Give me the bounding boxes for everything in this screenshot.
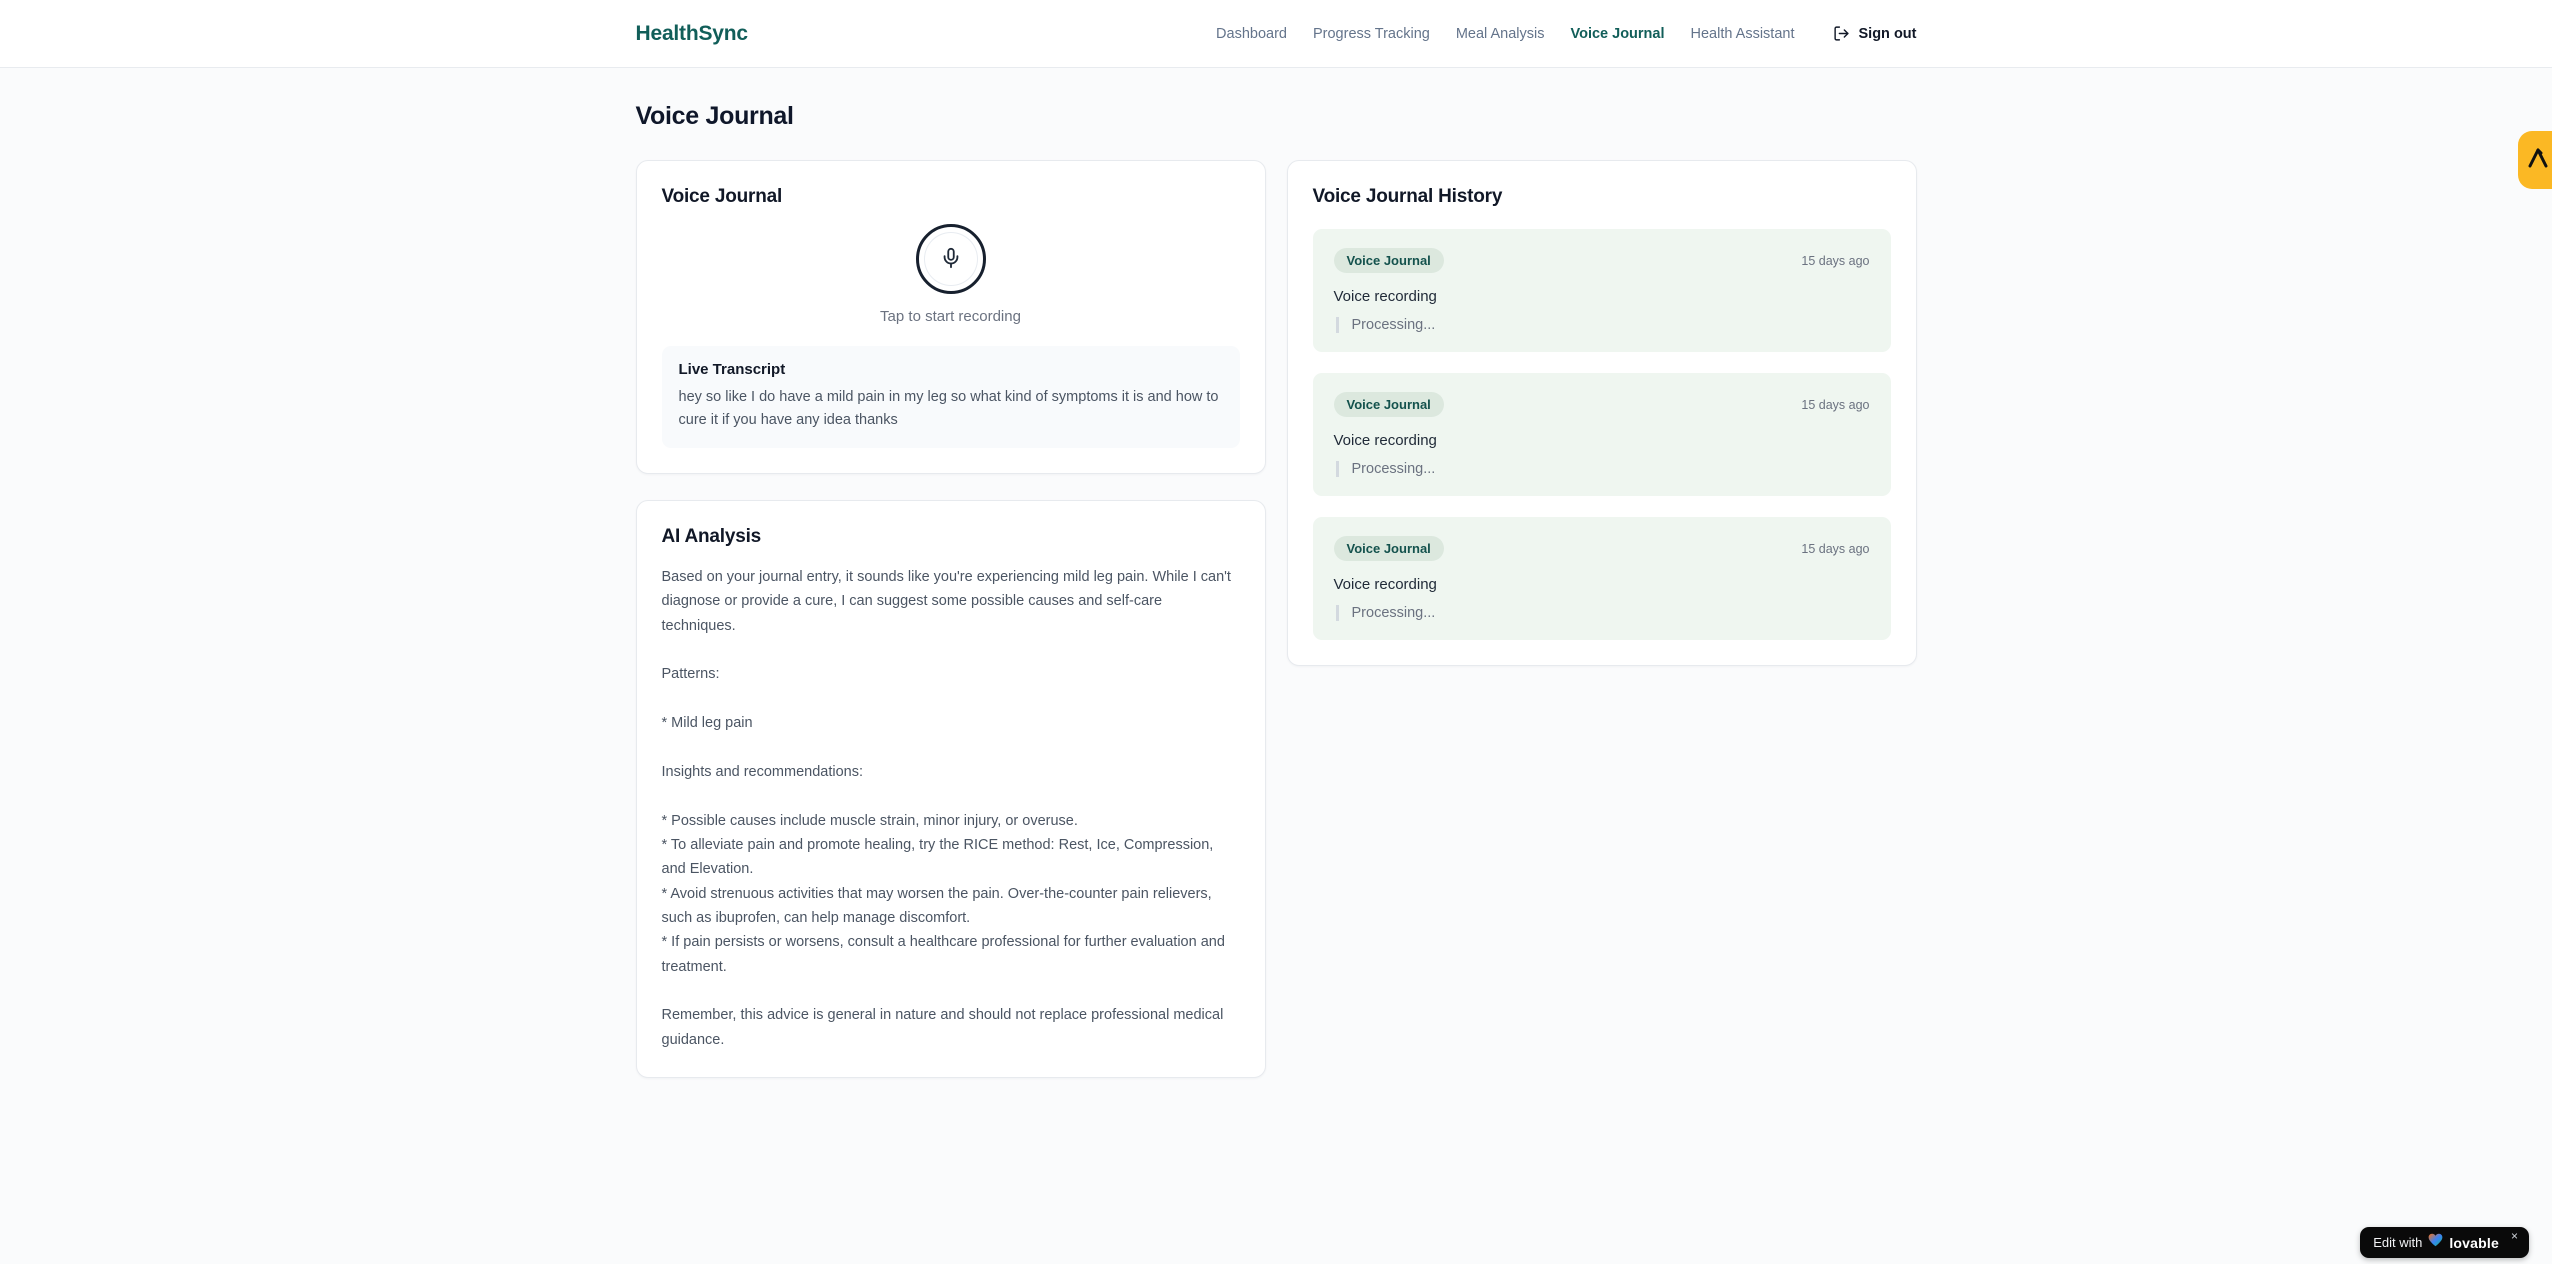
history-entry[interactable]: Voice Journal 15 days ago Voice recordin…: [1312, 229, 1891, 352]
voice-journal-page: { "brand": "HealthSync", "nav": { "items…: [0, 0, 2552, 1264]
history-entry-header: Voice Journal 15 days ago: [1333, 536, 1870, 561]
live-transcript-box: Live Transcript hey so like I do have a …: [661, 346, 1240, 448]
entry-type-badge: Voice Journal: [1333, 248, 1444, 273]
voice-journal-history-card: Voice Journal History Voice Journal 15 d…: [1286, 160, 1917, 666]
left-column: Voice Journal Tap to start recording Liv…: [635, 160, 1266, 1079]
lovable-corner-badge[interactable]: [2518, 131, 2552, 189]
entry-type-badge: Voice Journal: [1333, 536, 1444, 561]
top-navbar: HealthSync Dashboard Progress Tracking M…: [0, 0, 2552, 68]
history-card-title: Voice Journal History: [1312, 186, 1503, 207]
nav-item-dashboard[interactable]: Dashboard: [1216, 26, 1287, 42]
entry-title: Voice recording: [1333, 432, 1437, 449]
live-transcript-title: Live Transcript: [678, 361, 786, 378]
microphone-icon: [940, 247, 962, 272]
voice-recorder-card: Voice Journal Tap to start recording Liv…: [635, 160, 1266, 474]
history-entry[interactable]: Voice Journal 15 days ago Voice recordin…: [1312, 517, 1891, 640]
lovable-badge-prefix: Edit with: [2373, 1235, 2423, 1250]
history-entry-header: Voice Journal 15 days ago: [1333, 248, 1870, 273]
edit-with-lovable-badge[interactable]: Edit with lovable ×: [2360, 1227, 2529, 1258]
history-entry[interactable]: Voice Journal 15 days ago Voice recordin…: [1312, 373, 1891, 496]
main-content: Voice Journal Voice Journal Tap to start…: [635, 68, 1917, 1079]
entry-status: Processing...: [1335, 605, 1870, 621]
entry-status: Processing...: [1335, 317, 1870, 333]
lovable-logo-icon: [2526, 146, 2550, 175]
nav-item-progress-tracking[interactable]: Progress Tracking: [1313, 26, 1430, 42]
content-grid: Voice Journal Tap to start recording Liv…: [635, 160, 1917, 1079]
page-title: Voice Journal: [635, 102, 794, 130]
sign-out-label: Sign out: [1858, 25, 1917, 42]
entry-timestamp: 15 days ago: [1801, 541, 1870, 556]
ai-analysis-title: AI Analysis: [661, 525, 762, 547]
navbar-inner: HealthSync Dashboard Progress Tracking M…: [636, 0, 1917, 67]
entry-timestamp: 15 days ago: [1801, 397, 1870, 412]
mic-area: Tap to start recording: [662, 224, 1240, 325]
entry-type-badge: Voice Journal: [1333, 392, 1444, 417]
nav-item-voice-journal[interactable]: Voice Journal: [1571, 26, 1665, 42]
heart-icon: [2428, 1233, 2443, 1252]
lovable-badge-brand: lovable: [2449, 1234, 2499, 1251]
nav-item-meal-analysis[interactable]: Meal Analysis: [1456, 26, 1545, 42]
ai-analysis-card: AI Analysis Based on your journal entry,…: [635, 499, 1266, 1079]
entry-title: Voice recording: [1333, 576, 1437, 593]
right-column: Voice Journal History Voice Journal 15 d…: [1286, 160, 1917, 666]
history-entry-header: Voice Journal 15 days ago: [1333, 392, 1870, 417]
main-nav: Dashboard Progress Tracking Meal Analysi…: [1216, 25, 1916, 42]
history-list: Voice Journal 15 days ago Voice recordin…: [1312, 229, 1891, 640]
sign-out-button[interactable]: Sign out: [1833, 25, 1917, 42]
ai-analysis-body: Based on your journal entry, it sounds l…: [661, 568, 1231, 1048]
live-transcript-text: hey so like I do have a mild pain in my …: [678, 389, 1219, 429]
entry-timestamp: 15 days ago: [1801, 253, 1870, 268]
lovable-badge-close-icon[interactable]: ×: [2511, 1230, 2518, 1242]
sign-out-icon: [1833, 25, 1850, 42]
record-button[interactable]: [915, 224, 986, 294]
entry-status: Processing...: [1335, 461, 1870, 477]
nav-item-health-assistant[interactable]: Health Assistant: [1691, 26, 1795, 42]
entry-title: Voice recording: [1333, 288, 1437, 305]
brand-logo[interactable]: HealthSync: [636, 22, 749, 46]
tap-to-record-label: Tap to start recording: [880, 308, 1021, 325]
recorder-card-title: Voice Journal: [661, 186, 783, 207]
